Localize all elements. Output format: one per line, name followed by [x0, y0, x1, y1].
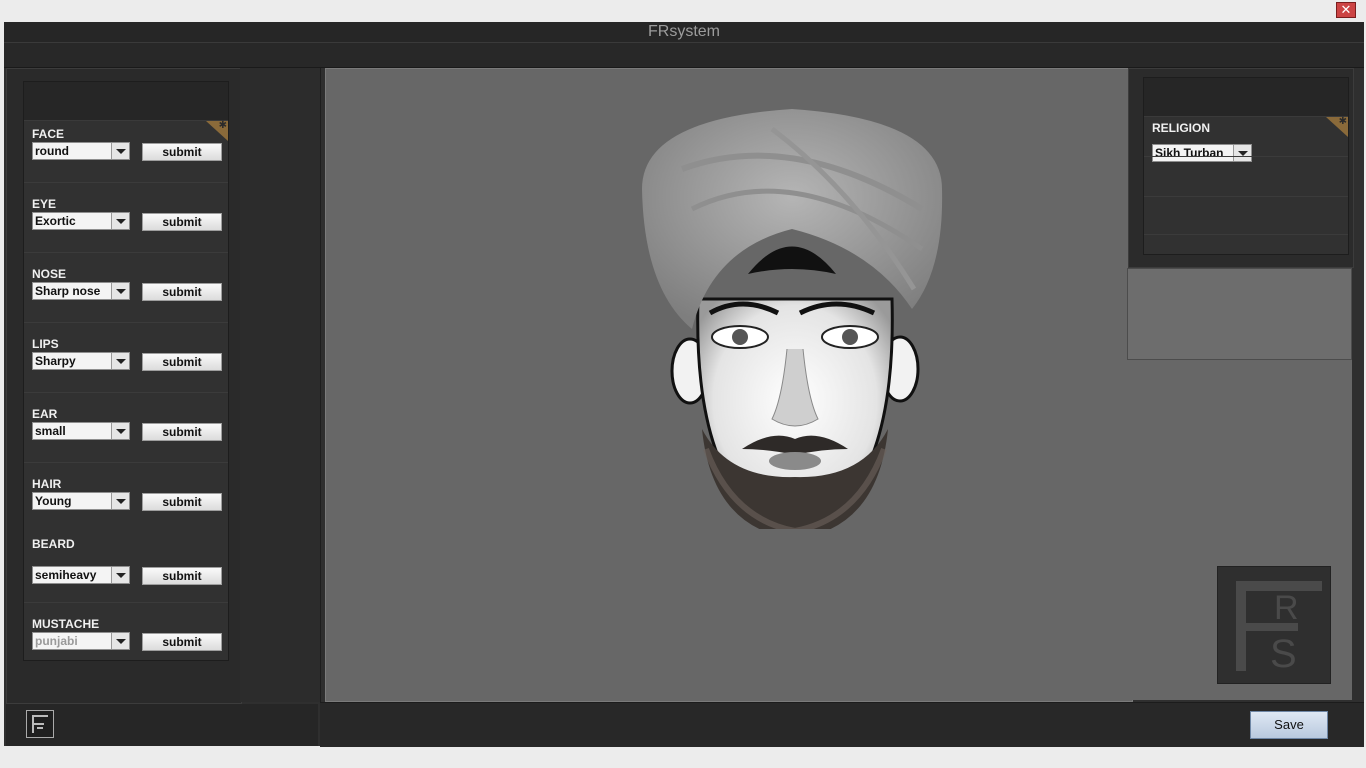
close-icon: ✕ — [1340, 2, 1352, 17]
feature-label: NOSE — [32, 267, 67, 281]
divider — [24, 322, 228, 323]
chevron-down-icon[interactable] — [111, 283, 129, 299]
toolbar — [4, 42, 1364, 68]
lips-submit-button[interactable]: submit — [142, 353, 222, 371]
hair-submit-button[interactable]: submit — [142, 493, 222, 511]
eye-select[interactable]: Exortic — [32, 212, 130, 230]
divider — [24, 602, 228, 603]
feature-label: HAIR — [32, 477, 62, 491]
face-select[interactable]: round — [32, 142, 130, 160]
chevron-down-icon[interactable] — [111, 423, 129, 439]
feature-ear: EAR small submit — [32, 406, 224, 442]
feature-face: FACE round submit — [32, 126, 224, 162]
feature-label: EAR — [32, 407, 58, 421]
mustache-submit-button[interactable]: submit — [142, 633, 222, 651]
divider — [1144, 156, 1348, 157]
chevron-down-icon[interactable] — [111, 493, 129, 509]
feature-label: MUSTACHE — [32, 617, 100, 631]
right-info-box — [1127, 268, 1352, 360]
frs-logo-icon: R S — [1217, 566, 1331, 684]
svg-text:S: S — [1270, 632, 1297, 676]
beard-select[interactable]: semiheavy — [32, 566, 130, 584]
app-logo-icon — [26, 710, 54, 738]
divider — [24, 252, 228, 253]
svg-text:R: R — [1274, 589, 1299, 627]
eye-submit-button[interactable]: submit — [142, 213, 222, 231]
lips-select[interactable]: Sharpy — [32, 352, 130, 370]
feature-panel-header — [24, 82, 228, 121]
feature-label: LIPS — [32, 337, 59, 351]
chevron-down-icon[interactable] — [111, 567, 129, 583]
mustache-select[interactable]: punjabi — [32, 632, 130, 650]
chevron-down-icon[interactable] — [111, 633, 129, 649]
save-button[interactable]: Save — [1250, 711, 1328, 739]
feature-label: BEARD — [32, 537, 75, 551]
beard-submit-button[interactable]: submit — [142, 567, 222, 585]
religion-list: ✱ RELIGION Sikh Turban — [1143, 77, 1349, 255]
status-bar-left — [6, 704, 318, 746]
feature-panel: ✱ FACE round submit EYE Exortic submit N… — [6, 68, 242, 704]
chevron-down-icon[interactable] — [111, 353, 129, 369]
status-bar-right: Save — [320, 702, 1364, 747]
feature-label: FACE — [32, 127, 65, 141]
religion-panel-header — [1144, 78, 1348, 117]
feature-hair: HAIR Young submit — [32, 476, 224, 512]
divider — [1144, 234, 1348, 235]
face-submit-button[interactable]: submit — [142, 143, 222, 161]
ear-select[interactable]: small — [32, 422, 130, 440]
divider — [1144, 196, 1348, 197]
chevron-down-icon[interactable] — [1233, 145, 1251, 161]
chevron-down-icon[interactable] — [111, 143, 129, 159]
religion-label: RELIGION — [1152, 121, 1211, 135]
hair-select[interactable]: Young — [32, 492, 130, 510]
feature-lips: LIPS Sharpy submit — [32, 336, 224, 372]
ear-submit-button[interactable]: submit — [142, 423, 222, 441]
feature-list: ✱ FACE round submit EYE Exortic submit N… — [23, 81, 229, 661]
religion-panel: ✱ RELIGION Sikh Turban — [1128, 68, 1354, 268]
composed-face-image — [642, 109, 943, 529]
feature-religion: RELIGION Sikh Turban — [1152, 120, 1344, 164]
close-button[interactable]: ✕ — [1336, 2, 1356, 18]
feature-nose: NOSE Sharp nose submit — [32, 266, 224, 302]
feature-eye: EYE Exortic submit — [32, 196, 224, 232]
chevron-down-icon[interactable] — [111, 213, 129, 229]
window-title: FRsystem — [4, 22, 1364, 42]
divider — [24, 462, 228, 463]
feature-mustache: MUSTACHE punjabi submit — [32, 616, 224, 652]
feature-beard: BEARD semiheavy submit — [32, 536, 224, 586]
app-window: FRsystem ✱ FACE round submit EYE Exortic… — [4, 22, 1364, 747]
nose-submit-button[interactable]: submit — [142, 283, 222, 301]
divider — [24, 392, 228, 393]
religion-select[interactable]: Sikh Turban — [1152, 144, 1252, 162]
face-canvas — [325, 68, 1133, 702]
side-strip — [240, 68, 321, 702]
feature-label: EYE — [32, 197, 57, 211]
nose-select[interactable]: Sharp nose — [32, 282, 130, 300]
divider — [24, 182, 228, 183]
